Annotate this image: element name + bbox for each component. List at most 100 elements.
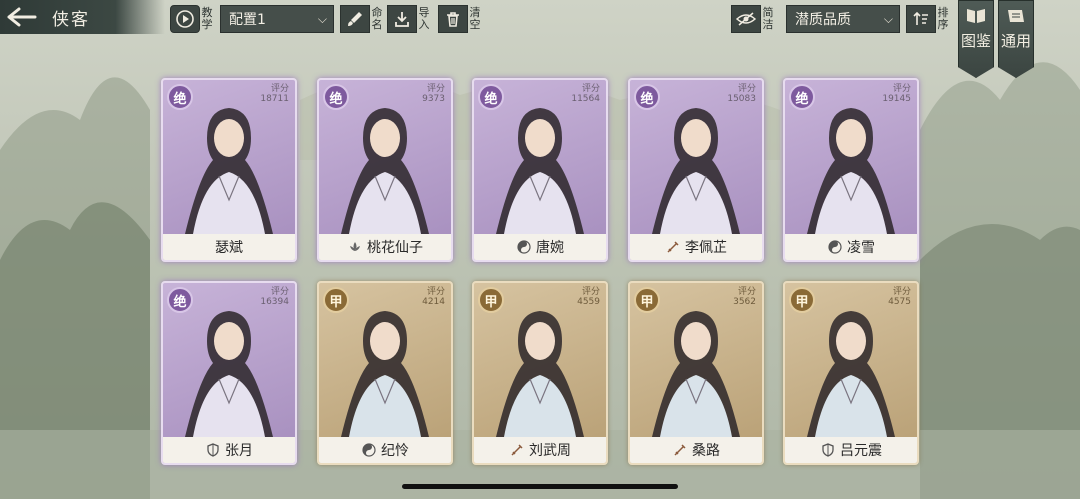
character-name: 李佩芷: [685, 240, 727, 256]
score-value: 3562: [733, 297, 756, 307]
sword-icon: [665, 240, 680, 255]
rank-badge: 绝: [634, 84, 660, 110]
score-value: 18711: [260, 94, 289, 104]
sort-button[interactable]: 排序: [906, 4, 950, 34]
score-label: 评分: [426, 84, 445, 94]
score-display: 评分 9373: [422, 84, 445, 104]
character-card[interactable]: 绝 评分 16394 张月: [161, 281, 297, 465]
play-icon: [170, 5, 200, 33]
clear-label: 清空: [469, 6, 481, 31]
rank-badge: 甲: [789, 287, 815, 313]
import-label: 导入: [418, 6, 430, 31]
chevron-down-icon: ⌵: [317, 11, 327, 26]
character-card[interactable]: 绝 评分 15083 李佩芷: [628, 78, 764, 262]
sort-icon: [906, 5, 936, 33]
score-value: 4575: [888, 297, 911, 307]
sort-select-value: 潜质品质: [795, 12, 851, 28]
character-name-bar: 唐婉: [474, 234, 606, 260]
rename-button[interactable]: 命名: [340, 4, 384, 34]
rank-badge: 绝: [167, 287, 193, 313]
book-icon: [965, 7, 987, 29]
score-display: 评分 4214: [422, 287, 445, 307]
simple-view-toggle[interactable]: 简洁: [731, 4, 775, 34]
character-name: 桃花仙子: [367, 240, 423, 256]
score-display: 评分 16394: [260, 287, 289, 307]
score-value: 16394: [260, 297, 289, 307]
tutorial-label: 教学: [201, 6, 213, 31]
score-display: 评分 4575: [888, 287, 911, 307]
sort-label: 排序: [937, 6, 949, 31]
character-card[interactable]: 绝 评分 19145 凌雪: [783, 78, 919, 262]
general-label: 通用: [1000, 32, 1031, 50]
sword-icon: [509, 443, 524, 458]
score-display: 评分 19145: [882, 84, 911, 104]
score-label: 评分: [270, 287, 289, 297]
shield-icon: [205, 443, 220, 458]
config-select[interactable]: 配置1 ⌵: [220, 4, 334, 34]
character-card[interactable]: 甲 评分 4559 刘武周: [472, 281, 608, 465]
rank-badge: 绝: [789, 84, 815, 110]
score-label: 评分: [426, 287, 445, 297]
score-display: 评分 4559: [577, 287, 600, 307]
character-name: 刘武周: [529, 443, 571, 459]
home-indicator[interactable]: [402, 484, 678, 489]
rank-badge: 绝: [478, 84, 504, 110]
chevron-down-icon: ⌵: [883, 11, 893, 26]
rank-badge: 绝: [323, 84, 349, 110]
score-label: 评分: [737, 287, 756, 297]
clear-button[interactable]: 清空: [438, 4, 482, 34]
trash-icon: [438, 5, 468, 33]
taiji-icon: [361, 443, 376, 458]
score-value: 19145: [882, 94, 911, 104]
score-display: 评分 18711: [260, 84, 289, 104]
back-button[interactable]: 侠客: [0, 0, 165, 34]
atlas-label: 图鉴: [960, 32, 991, 50]
taiji-icon: [827, 240, 842, 255]
score-display: 评分 15083: [727, 84, 756, 104]
character-card[interactable]: 绝 评分 11564 唐婉: [472, 78, 608, 262]
character-name-bar: 纪怜: [319, 437, 451, 463]
rename-label: 命名: [371, 6, 383, 31]
atlas-button[interactable]: 图鉴: [958, 0, 994, 78]
character-card[interactable]: 甲 评分 3562 桑路: [628, 281, 764, 465]
character-name: 瑟斌: [215, 240, 243, 256]
character-card[interactable]: 绝 评分 18711 瑟斌: [161, 78, 297, 262]
score-label: 评分: [892, 84, 911, 94]
score-label: 评分: [581, 287, 600, 297]
lotus-icon: [347, 240, 362, 255]
score-label: 评分: [270, 84, 289, 94]
score-display: 评分 3562: [733, 287, 756, 307]
simple-label: 简洁: [762, 6, 774, 31]
character-name: 凌雪: [847, 240, 875, 256]
rank-badge: 绝: [167, 84, 193, 110]
rank-badge: 甲: [323, 287, 349, 313]
character-name: 唐婉: [536, 240, 564, 256]
character-card[interactable]: 绝 评分 9373 桃花仙子: [317, 78, 453, 262]
sort-select[interactable]: 潜质品质 ⌵: [786, 4, 900, 34]
sword-icon: [672, 443, 687, 458]
character-name: 张月: [225, 443, 253, 459]
score-label: 评分: [892, 287, 911, 297]
score-value: 4559: [577, 297, 600, 307]
tutorial-button[interactable]: 教学: [170, 4, 214, 34]
score-value: 4214: [422, 297, 445, 307]
score-value: 15083: [727, 94, 756, 104]
rank-badge: 甲: [478, 287, 504, 313]
character-name-bar: 张月: [163, 437, 295, 463]
config-select-value: 配置1: [229, 12, 266, 28]
character-name-bar: 桑路: [630, 437, 762, 463]
import-button[interactable]: 导入: [387, 4, 431, 34]
character-name-bar: 瑟斌: [163, 234, 295, 260]
import-icon: [387, 5, 417, 33]
character-name: 桑路: [692, 443, 720, 459]
taiji-icon: [516, 240, 531, 255]
character-name: 纪怜: [381, 443, 409, 459]
character-name-bar: 凌雪: [785, 234, 917, 260]
score-display: 评分 11564: [571, 84, 600, 104]
character-card[interactable]: 甲 评分 4575 吕元震: [783, 281, 919, 465]
character-card[interactable]: 甲 评分 4214 纪怜: [317, 281, 453, 465]
brush-icon: [340, 5, 370, 33]
score-label: 评分: [737, 84, 756, 94]
general-button[interactable]: 通用: [998, 0, 1034, 78]
eye-hidden-icon: [731, 5, 761, 33]
